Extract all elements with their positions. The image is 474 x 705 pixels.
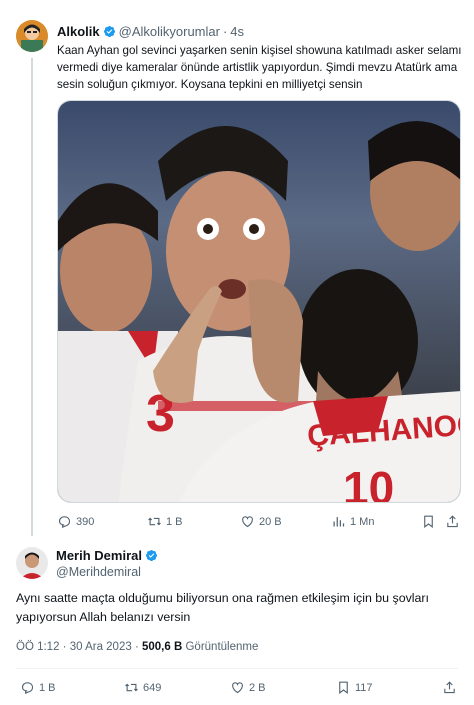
repost-button[interactable]: 649 xyxy=(124,680,161,695)
repost-button[interactable]: 1 B xyxy=(147,514,183,529)
tweet-text: Kaan Ayhan gol sevinci yaşarken senin ki… xyxy=(57,44,462,91)
bookmark-count: 117 xyxy=(355,681,373,694)
separator: · xyxy=(134,641,139,653)
separator: · xyxy=(222,24,228,39)
like-icon xyxy=(242,516,253,528)
repost-count: 1 B xyxy=(166,515,183,528)
author-handle[interactable]: @Merihdemiral xyxy=(56,565,141,579)
date[interactable]: 30 Ara 2023 xyxy=(70,641,132,653)
like-count: 20 B xyxy=(259,515,282,528)
share-icon xyxy=(444,681,455,694)
main-tweet-actions: 1 B 649 2 B 117 xyxy=(16,680,458,696)
bookmark-button[interactable]: 117 xyxy=(336,680,373,695)
reply-button[interactable]: 1 B xyxy=(20,680,56,695)
share-icon xyxy=(447,515,458,528)
timestamp[interactable]: 4s xyxy=(230,24,244,39)
tweet-meta: ÖÖ 1:12 · 30 Ara 2023 · 500,6 B Görüntül… xyxy=(16,641,258,653)
like-button[interactable]: 2 B xyxy=(230,680,266,695)
football-players-photo: 3 ÇALHANOĞLU 10 xyxy=(58,101,460,503)
views-button[interactable]: 1 Mn xyxy=(331,514,374,529)
views-icon xyxy=(333,517,345,527)
reply-count: 390 xyxy=(76,515,95,528)
share-button[interactable] xyxy=(445,514,460,529)
thread-line xyxy=(31,58,33,536)
separator: · xyxy=(62,641,67,653)
timestamp[interactable]: ÖÖ 1:12 xyxy=(16,641,59,653)
avatar[interactable] xyxy=(16,547,48,579)
tweet-header: Alkolik @Alkolikyorumlar · 4s xyxy=(57,24,244,39)
tweet-photo[interactable]: 3 ÇALHANOĞLU 10 xyxy=(57,100,461,503)
jersey-back-number: 10 xyxy=(343,462,394,503)
reply-icon xyxy=(58,516,71,528)
repost-icon xyxy=(148,517,161,526)
parent-tweet[interactable]: Alkolik @Alkolikyorumlar · 4s Kaan Ayhan… xyxy=(0,0,474,536)
tweet-header: Merih Demiral xyxy=(56,548,158,563)
author-name[interactable]: Merih Demiral xyxy=(56,548,142,563)
avatar[interactable] xyxy=(16,20,48,52)
bookmark-button[interactable] xyxy=(421,514,436,529)
view-count: 1 Mn xyxy=(350,515,375,528)
views-label: Görüntülenme xyxy=(185,641,259,653)
verified-badge-icon xyxy=(145,549,158,562)
reply-icon xyxy=(21,682,34,694)
like-button[interactable]: 20 B xyxy=(240,514,282,529)
author-handle[interactable]: @Alkolikyorumlar xyxy=(119,24,220,39)
like-count: 2 B xyxy=(249,681,266,694)
bookmark-icon xyxy=(339,681,348,694)
repost-icon xyxy=(125,683,138,692)
author-name[interactable]: Alkolik xyxy=(57,24,100,39)
reply-button[interactable]: 390 xyxy=(57,514,94,529)
repost-count: 649 xyxy=(143,681,162,694)
divider xyxy=(16,668,458,669)
tweet-text: Aynı saatte maçta olduğumu biliyorsun on… xyxy=(16,591,429,624)
bookmark-icon xyxy=(424,515,433,528)
share-button[interactable] xyxy=(442,680,457,695)
like-icon xyxy=(232,682,243,694)
parent-tweet-actions: 390 1 B 20 B 1 Mn xyxy=(57,514,461,530)
verified-badge-icon xyxy=(103,25,115,38)
reply-count: 1 B xyxy=(39,681,56,694)
views-count: 500,6 B xyxy=(142,641,183,653)
